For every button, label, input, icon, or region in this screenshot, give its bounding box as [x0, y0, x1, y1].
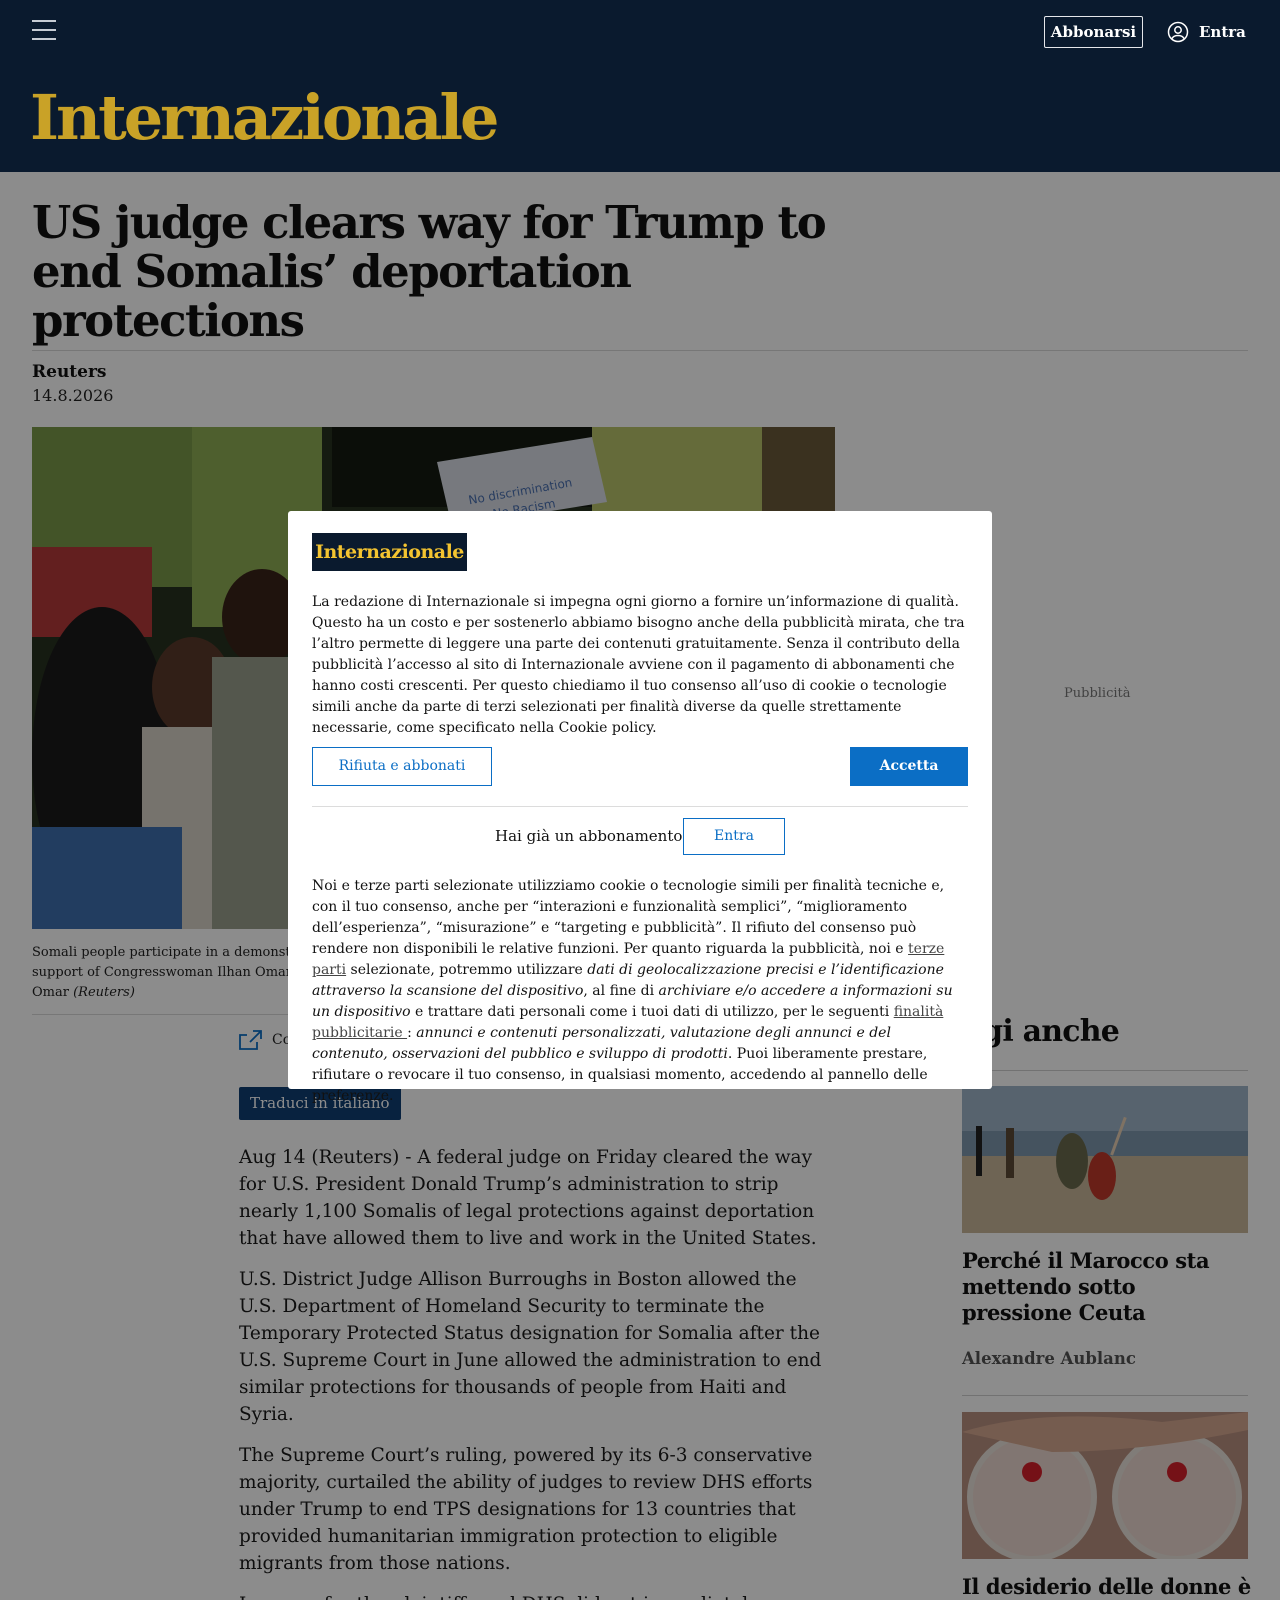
- user-icon: [1167, 21, 1189, 43]
- consent-intro: La redazione di Internazionale si impegn…: [312, 594, 965, 736]
- legal-text: Noi e terze parti selezionate utilizziam…: [312, 878, 945, 957]
- have-subscription-text: Hai già un abbonamento?: [495, 827, 691, 845]
- site-header: Abbonarsi Entra Internazionale: [0, 0, 1280, 172]
- login-link[interactable]: Entra: [1167, 20, 1246, 44]
- cookie-consent-dialog: Internazionale La redazione di Internazi…: [288, 511, 992, 1104]
- consent-legal-text: Noi e terze parti selezionate utilizziam…: [312, 876, 968, 1107]
- site-logo[interactable]: Internazionale: [30, 82, 499, 154]
- divider: [312, 806, 968, 807]
- accept-button[interactable]: Accetta: [850, 747, 968, 786]
- reject-and-subscribe-button[interactable]: Rifiuta e abbonati: [312, 747, 492, 786]
- consent-login-button[interactable]: Entra: [683, 818, 785, 855]
- consent-logo: Internazionale: [312, 533, 467, 571]
- legal-text: e trattare dati personali come i tuoi da…: [410, 1004, 894, 1020]
- login-label: Entra: [1199, 23, 1246, 41]
- subscribe-button[interactable]: Abbonarsi: [1044, 16, 1143, 48]
- legal-text: , al fine di: [583, 983, 659, 999]
- menu-icon[interactable]: [32, 20, 56, 42]
- legal-text: selezionate, potremmo utilizzare: [346, 962, 588, 978]
- legal-text: :: [407, 1025, 417, 1041]
